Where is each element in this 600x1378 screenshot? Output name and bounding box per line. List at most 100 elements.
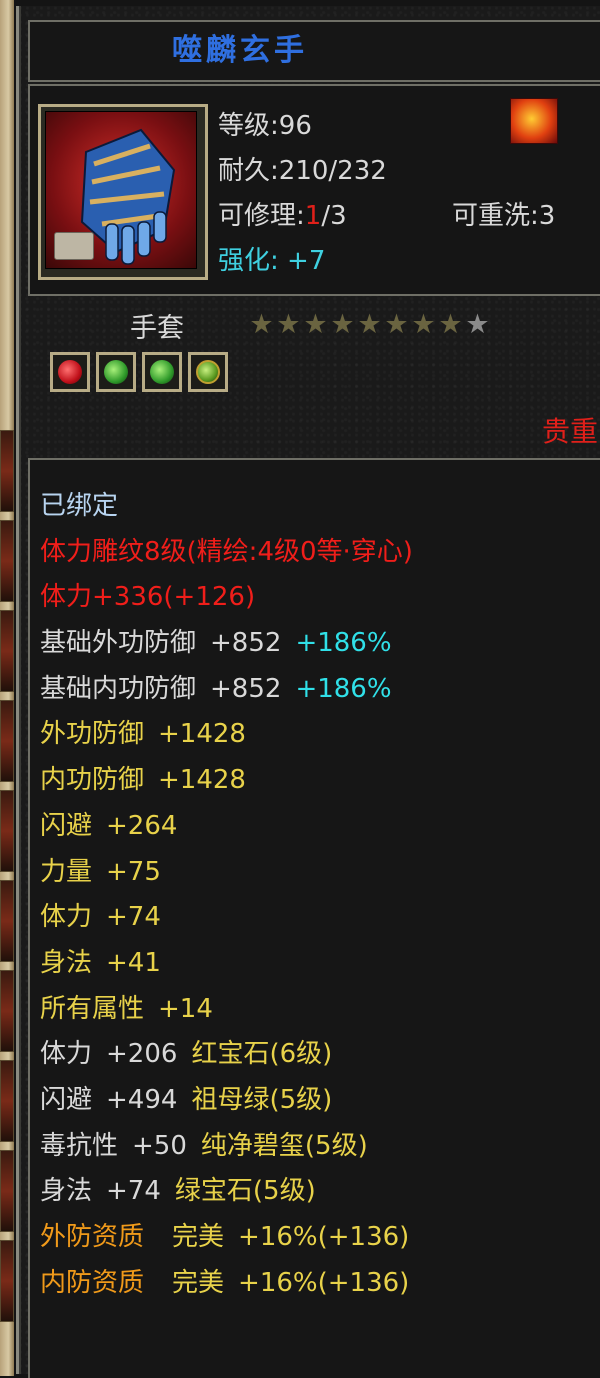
agility-line: 身法 +41 [40, 941, 600, 987]
base-int-def-line: 基础内功防御 +852 +186% [40, 667, 600, 713]
flame-icon [510, 98, 558, 144]
gem-name: 纯净碧玺(5级) [200, 1130, 368, 1161]
bound-status: 已绑定 [40, 491, 119, 521]
durability-row: 耐久:210/232 [218, 149, 598, 194]
attr-value: +74 [106, 902, 161, 933]
gauntlet-icon [45, 111, 197, 269]
gem2-line: 闪避 +494 祖母绿(5级) [40, 1078, 600, 1124]
attr-label: 体力 [40, 1039, 93, 1070]
attr-value: +494 [106, 1084, 178, 1115]
attr-value: +50 [132, 1130, 187, 1161]
enhance-value: +7 [287, 246, 326, 276]
ext-quality-line: 外防资质 完美 +16%(+136) [40, 1215, 600, 1261]
attr-label: 毒抗性 [40, 1130, 119, 1161]
bound-tag-icon [54, 232, 94, 260]
skill-slot [0, 700, 14, 782]
skill-slot [0, 790, 14, 872]
jade-gem-icon[interactable] [188, 352, 228, 392]
skill-slot [0, 880, 14, 962]
attr-label: 基础内功防御 [40, 673, 197, 704]
rewash-label: 可重洗 [452, 201, 531, 231]
skill-slot [0, 1240, 14, 1322]
title-bar: 噬麟玄手 [28, 20, 600, 82]
skill-slot [0, 970, 14, 1052]
skill-slot [0, 1060, 14, 1142]
attr-value: +75 [106, 856, 161, 887]
star-icon: ★ [276, 309, 301, 340]
red-gem-icon[interactable] [50, 352, 90, 392]
repair-row: 可修理:1/3 可重洗:3 [218, 194, 598, 239]
attr-label: 体力 [40, 902, 93, 933]
quality-value: +16%(+136) [238, 1222, 410, 1252]
attr-label: 闪避 [40, 1084, 93, 1115]
attr-label: 外功防御 [40, 719, 145, 750]
green-gem-icon[interactable] [142, 352, 182, 392]
attr-label: 内功防御 [40, 765, 145, 796]
int-quality-line: 内防资质 完美 +16%(+136) [40, 1261, 600, 1307]
repair-label: 可修理 [218, 201, 297, 231]
rewash-value: :3 [530, 201, 556, 231]
attr-value: +852 [210, 628, 282, 659]
attr-value: +74 [106, 1176, 161, 1207]
star-empty-icon: ★ [465, 309, 490, 340]
enhance-row: 强化: +7 [218, 239, 598, 284]
durability-value: :210/232 [270, 156, 387, 186]
quality-value: +16%(+136) [238, 1267, 410, 1298]
durability-label: 耐久 [218, 156, 271, 186]
gem-name: 绿宝石(5级) [174, 1176, 316, 1207]
star-icon: ★ [303, 309, 328, 340]
engrave-stat-line: 体力+336(+126) [40, 582, 256, 613]
repair-used: 1 [304, 201, 322, 231]
attr-label: 所有属性 [40, 993, 145, 1024]
attr-value: +1428 [158, 765, 246, 796]
attr-value: +1428 [158, 719, 246, 750]
star-icon: ★ [330, 309, 355, 340]
gem1-line: 体力 +206 红宝石(6级) [40, 1032, 600, 1078]
attr-label: 力量 [40, 856, 93, 887]
game-background-strip [0, 0, 14, 1376]
vitality-line: 体力 +74 [40, 895, 600, 941]
ext-def-line: 外功防御 +1428 [40, 712, 600, 758]
attr-label: 身法 [40, 1176, 93, 1207]
repair-total: /3 [321, 201, 347, 231]
level-value: :96 [270, 111, 312, 141]
precious-label: 贵重 [542, 415, 599, 448]
attr-percent: +186% [295, 628, 392, 659]
item-name: 噬麟玄手 [172, 33, 308, 68]
attr-value: +264 [106, 810, 178, 841]
star-icon: ★ [357, 309, 382, 340]
skill-slot [0, 1150, 14, 1232]
attr-value: +14 [158, 993, 213, 1024]
star-icon: ★ [411, 309, 436, 340]
gem4-line: 身法 +74 绿宝石(5级) [40, 1169, 600, 1215]
attr-percent: +186% [295, 673, 392, 704]
skill-slot [0, 610, 14, 692]
all-attr-line: 所有属性 +14 [40, 987, 600, 1033]
attr-label: 基础外功防御 [40, 628, 197, 659]
attribute-list: 已绑定 体力雕纹8级(精绘:4级0等·穿心) 体力+336(+126) 基础外功… [40, 484, 600, 1306]
skill-slot [0, 430, 14, 512]
base-ext-def-line: 基础外功防御 +852 +186% [40, 621, 600, 667]
gem3-line: 毒抗性 +50 纯净碧玺(5级) [40, 1124, 600, 1170]
rewash-info: 可重洗:3 [452, 194, 555, 239]
repair-colon: : [296, 201, 305, 231]
star-rating: ★ ★ ★ ★ ★ ★ ★ ★ ★ [248, 310, 491, 340]
enhance-label: 强化: [218, 246, 279, 276]
quality-grade: 完美 [172, 1267, 225, 1298]
attr-label: 外防资质 [40, 1222, 145, 1252]
star-icon: ★ [438, 309, 463, 340]
item-type: 手套 [130, 313, 184, 344]
quality-grade: 完美 [172, 1222, 225, 1252]
star-icon: ★ [249, 309, 274, 340]
gem-name: 祖母绿(5级) [191, 1084, 333, 1115]
attr-value: +206 [106, 1039, 178, 1070]
level-label: 等级 [218, 111, 271, 141]
attr-label: 闪避 [40, 810, 93, 841]
attr-label: 内防资质 [40, 1267, 145, 1298]
strength-line: 力量 +75 [40, 850, 600, 896]
gem-name: 红宝石(6级) [191, 1039, 333, 1070]
star-icon: ★ [384, 309, 409, 340]
dodge-line: 闪避 +264 [40, 804, 600, 850]
attr-label: 身法 [40, 947, 93, 978]
green-gem-icon[interactable] [96, 352, 136, 392]
